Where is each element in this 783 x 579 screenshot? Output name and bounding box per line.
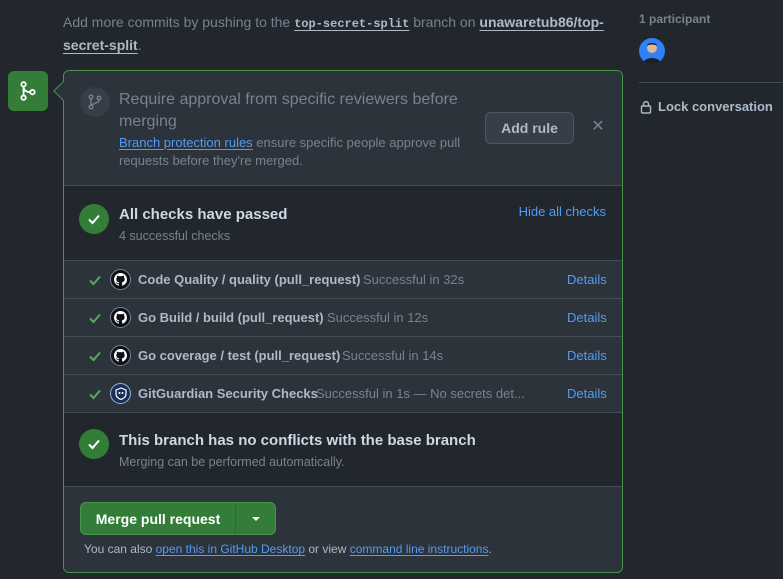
merge-alternatives-note: You can also open this in GitHub Desktop… — [84, 542, 492, 556]
merge-section: Merge pull request You can also open thi… — [64, 487, 622, 572]
participants-count: 1 participant — [639, 12, 711, 26]
check-circle-icon — [79, 204, 109, 234]
details-link[interactable]: Details — [567, 310, 607, 325]
check-row: Go Build / build (pull_request) Successf… — [64, 299, 622, 337]
check-status: Successful in 12s — [327, 310, 429, 325]
add-rule-button[interactable]: Add rule — [485, 112, 574, 144]
hide-all-checks-link[interactable]: Hide all checks — [519, 204, 606, 219]
checks-title: All checks have passed — [119, 206, 288, 223]
triangle-down-icon — [251, 516, 260, 521]
conflicts-subtitle: Merging can be performed automatically. — [119, 455, 345, 469]
merge-box: Require approval from specific reviewers… — [63, 70, 623, 573]
merge-options-dropdown[interactable] — [236, 503, 275, 534]
review-requirement-section: Require approval from specific reviewers… — [64, 71, 622, 186]
participant-avatar[interactable] — [639, 38, 665, 64]
checks-summary: All checks have passed 4 successful chec… — [64, 187, 622, 261]
lock-conversation-button[interactable]: Lock conversation — [640, 99, 773, 114]
push-instructions: Add more commits by pushing to the top-s… — [63, 14, 604, 53]
check-icon — [89, 351, 101, 362]
merge-button-group: Merge pull request — [80, 502, 276, 535]
conflicts-title: This branch has no conflicts with the ba… — [119, 432, 476, 449]
check-row: GitGuardian Security Checks Successful i… — [64, 375, 622, 413]
conflicts-section: This branch has no conflicts with the ba… — [64, 413, 622, 487]
details-link[interactable]: Details — [567, 272, 607, 287]
details-link[interactable]: Details — [567, 386, 607, 401]
check-name: Go Build / build (pull_request) — [138, 310, 324, 325]
check-circle-icon — [79, 429, 109, 459]
check-row: Code Quality / quality (pull_request) Su… — [64, 261, 622, 299]
gitguardian-icon — [110, 383, 131, 404]
check-status: Successful in 1s — No secrets det... — [316, 386, 525, 401]
open-in-desktop-link[interactable]: open this in GitHub Desktop — [156, 542, 305, 556]
git-merge-icon — [8, 71, 48, 111]
merge-pull-request-button[interactable]: Merge pull request — [81, 503, 236, 534]
check-name: Code Quality / quality (pull_request) — [138, 272, 361, 287]
github-icon — [110, 269, 131, 290]
checks-subtitle: 4 successful checks — [119, 229, 231, 243]
check-name: GitGuardian Security Checks — [138, 386, 318, 401]
lock-conversation-label: Lock conversation — [658, 99, 773, 114]
check-name: Go coverage / test (pull_request) — [138, 348, 341, 363]
command-line-instructions-link[interactable]: command line instructions — [350, 542, 489, 556]
check-status: Successful in 32s — [363, 272, 465, 287]
branch-name[interactable]: top-secret-split — [294, 17, 409, 31]
branch-protection-link[interactable]: Branch protection rules — [119, 135, 253, 150]
review-description: Branch protection rules ensure specific … — [119, 135, 461, 168]
check-icon — [89, 389, 101, 400]
review-title: Require approval from specific reviewers… — [119, 91, 458, 130]
check-row: Go coverage / test (pull_request) Succes… — [64, 337, 622, 375]
github-icon — [110, 345, 131, 366]
github-icon — [110, 307, 131, 328]
git-branch-icon — [80, 87, 110, 117]
check-icon — [89, 313, 101, 324]
sidebar-divider — [639, 82, 783, 83]
check-icon — [89, 275, 101, 286]
details-link[interactable]: Details — [567, 348, 607, 363]
check-status: Successful in 14s — [342, 348, 444, 363]
close-icon[interactable]: ✕ — [590, 118, 606, 135]
lock-icon — [640, 100, 652, 114]
